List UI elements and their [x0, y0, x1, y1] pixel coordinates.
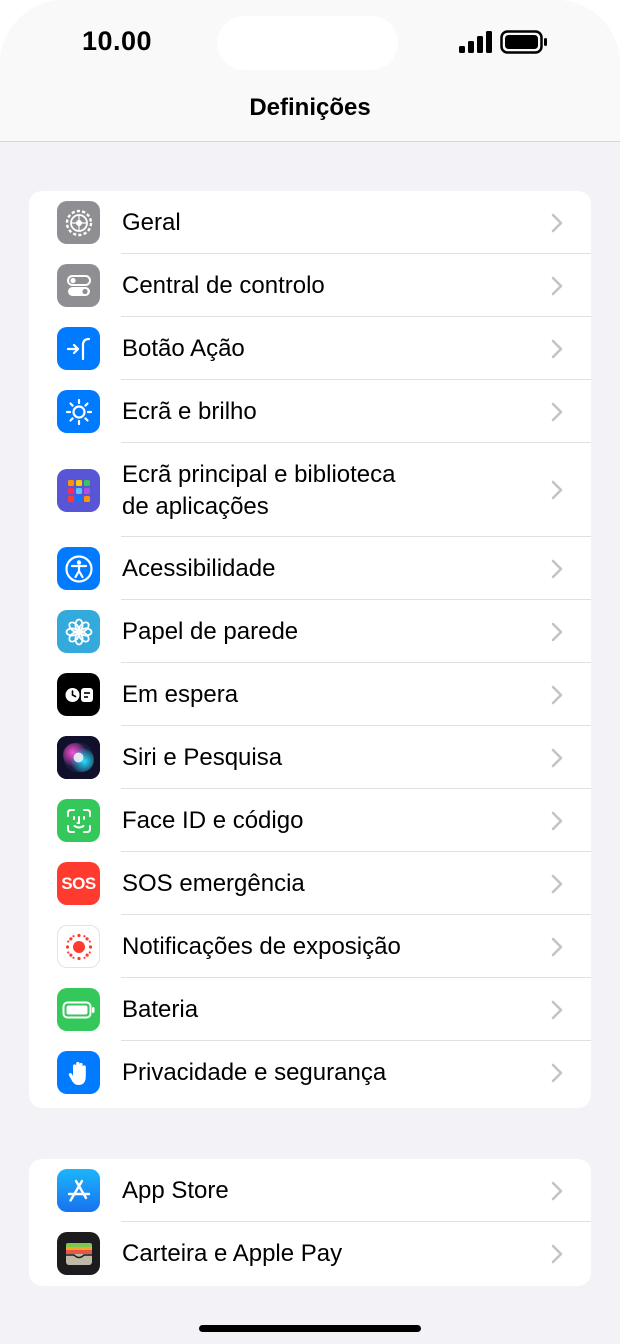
exposure-icon [57, 925, 100, 968]
siri-icon [57, 736, 100, 779]
settings-group-store: App Store Carteira e Apple Pay [29, 1159, 591, 1286]
app-store-icon [57, 1169, 100, 1212]
chevron-right-icon [551, 874, 563, 894]
settings-item-exposure-notifications[interactable]: Notificações de exposição [29, 915, 591, 978]
battery-status-icon [500, 30, 547, 54]
settings-item-face-id-passcode[interactable]: Face ID e código [29, 789, 591, 852]
gear-icon [57, 201, 100, 244]
top-bar: 10.00 Definições [0, 0, 620, 142]
settings-item-siri-search[interactable]: Siri e Pesquisa [29, 726, 591, 789]
settings-item-label: Ecrã principal e biblioteca [122, 461, 396, 488]
chevron-right-icon [551, 937, 563, 957]
settings-item-home-screen-app-library[interactable]: Ecrã principal e biblioteca de aplicaçõe… [29, 443, 591, 537]
chevron-right-icon [551, 402, 563, 422]
settings-item-label: Central de controlo [122, 272, 325, 299]
settings-item-standby[interactable]: Em espera [29, 663, 591, 726]
settings-item-battery[interactable]: Bateria [29, 978, 591, 1041]
toggles-icon [57, 264, 100, 307]
settings-item-app-store[interactable]: App Store [29, 1159, 591, 1222]
chevron-right-icon [551, 1181, 563, 1201]
battery-icon [57, 988, 100, 1031]
sos-icon: SOS [57, 862, 100, 905]
chevron-right-icon [551, 213, 563, 233]
settings-item-action-button[interactable]: Botão Ação [29, 317, 591, 380]
settings-screen: 10.00 Definições Geral Central de contro… [0, 0, 620, 1344]
settings-item-label: Em espera [122, 681, 239, 708]
settings-item-accessibility[interactable]: Acessibilidade [29, 537, 591, 600]
action-button-icon [57, 327, 100, 370]
settings-item-label-line2: de aplicações [122, 493, 269, 520]
settings-item-emergency-sos[interactable]: SOS SOS emergência [29, 852, 591, 915]
settings-item-label: SOS emergência [122, 870, 305, 897]
chevron-right-icon [551, 685, 563, 705]
chevron-right-icon [551, 1063, 563, 1083]
sun-icon [57, 390, 100, 433]
settings-item-wallet-apple-pay[interactable]: Carteira e Apple Pay [29, 1222, 591, 1286]
cellular-signal-icon [459, 31, 492, 53]
chevron-right-icon [551, 1000, 563, 1020]
sos-icon-text: SOS [61, 873, 96, 893]
standby-icon [57, 673, 100, 716]
page-title: Definições [249, 94, 371, 121]
settings-item-label: Privacidade e segurança [122, 1059, 387, 1086]
chevron-right-icon [551, 559, 563, 579]
wallet-icon [57, 1232, 100, 1275]
settings-item-wallpaper[interactable]: Papel de parede [29, 600, 591, 663]
dynamic-island [217, 16, 398, 70]
settings-group-main: Geral Central de controlo Botão Ação Ecr… [29, 191, 591, 1108]
settings-item-privacy-security[interactable]: Privacidade e segurança [29, 1041, 591, 1104]
chevron-right-icon [551, 480, 563, 500]
flower-icon [57, 610, 100, 653]
settings-item-label: Acessibilidade [122, 555, 276, 582]
settings-item-label: Face ID e código [122, 807, 304, 834]
settings-item-label: Ecrã e brilho [122, 398, 257, 425]
chevron-right-icon [551, 748, 563, 768]
status-time: 10.00 [82, 26, 153, 56]
settings-item-label: Notificações de exposição [122, 933, 401, 960]
chevron-right-icon [551, 622, 563, 642]
chevron-right-icon [551, 339, 563, 359]
hand-icon [57, 1051, 100, 1094]
settings-item-label: Geral [122, 209, 181, 236]
accessibility-icon [57, 547, 100, 590]
chevron-right-icon [551, 1244, 563, 1264]
settings-item-label: Siri e Pesquisa [122, 744, 283, 771]
app-grid-icon [57, 469, 100, 512]
chevron-right-icon [551, 276, 563, 296]
settings-item-label: App Store [122, 1177, 229, 1204]
settings-item-label: Bateria [122, 996, 199, 1023]
settings-item-display-brightness[interactable]: Ecrã e brilho [29, 380, 591, 443]
settings-item-label: Papel de parede [122, 618, 299, 645]
settings-item-label: Botão Ação [122, 335, 245, 362]
settings-item-label: Carteira e Apple Pay [122, 1240, 343, 1267]
face-id-icon [57, 799, 100, 842]
chevron-right-icon [551, 811, 563, 831]
home-indicator[interactable] [199, 1325, 421, 1332]
settings-item-general[interactable]: Geral [29, 191, 591, 254]
settings-item-control-center[interactable]: Central de controlo [29, 254, 591, 317]
